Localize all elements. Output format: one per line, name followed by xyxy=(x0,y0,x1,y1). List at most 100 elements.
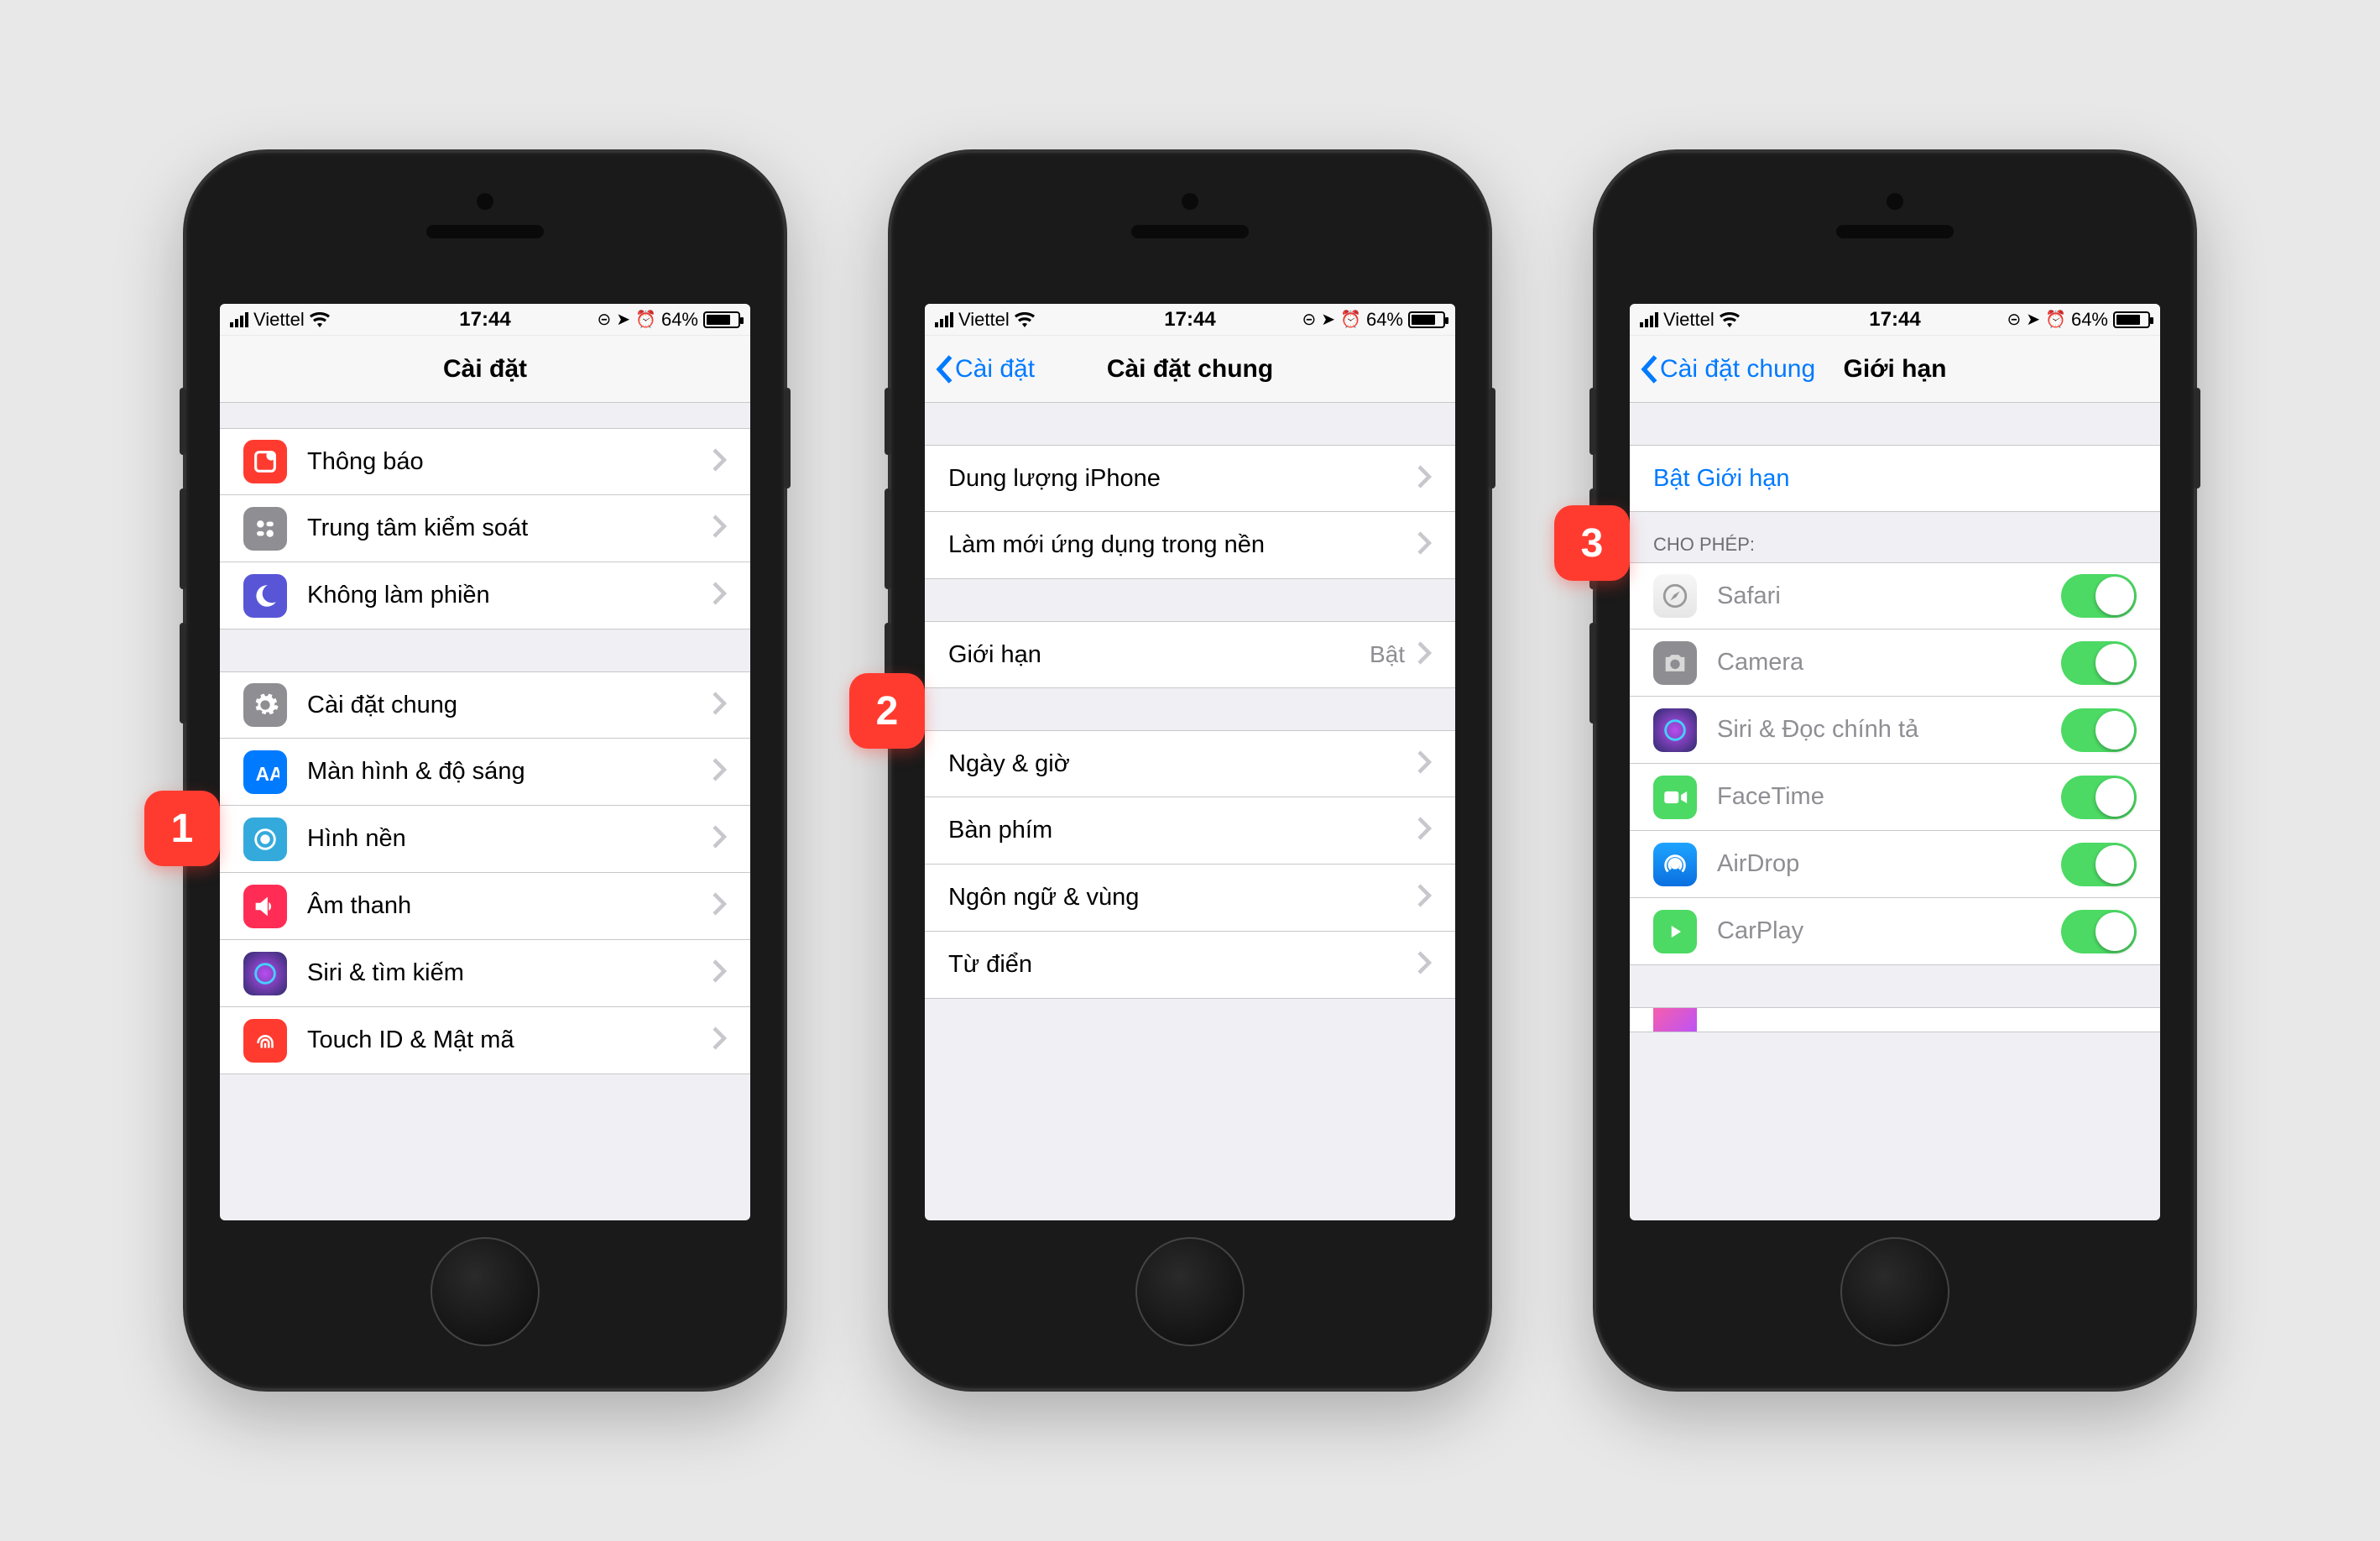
row-label: Dung lượng iPhone xyxy=(948,465,1417,493)
alarm-icon: ⏰ xyxy=(2045,309,2066,330)
chevron-icon xyxy=(1417,464,1432,494)
control-center-icon xyxy=(243,507,287,551)
signal-icon xyxy=(230,312,248,327)
nav-title: Cài đặt xyxy=(443,355,527,384)
fingerprint-icon xyxy=(243,1019,287,1063)
row-safari[interactable]: Safari xyxy=(1630,562,2160,629)
step-badge-3: 3 xyxy=(1554,505,1630,581)
nav-back-button[interactable]: Cài đặt chung xyxy=(1640,354,1815,384)
row-label: Thông báo xyxy=(307,448,712,476)
row-siri-dictation[interactable]: Siri & Đọc chính tả xyxy=(1630,697,2160,764)
row-airdrop[interactable]: AirDrop xyxy=(1630,831,2160,898)
row-label: Hình nền xyxy=(307,825,712,853)
row-notifications[interactable]: Thông báo xyxy=(220,428,750,495)
row-control-center[interactable]: Trung tâm kiểm soát xyxy=(220,495,750,562)
battery-pct-label: 64% xyxy=(1366,309,1403,331)
siri-icon xyxy=(1653,708,1697,752)
row-label: Ngày & giờ xyxy=(948,750,1417,778)
rotation-lock-icon: ⊝ xyxy=(598,309,612,330)
row-label: AirDrop xyxy=(1717,850,2061,878)
camera-icon xyxy=(1653,641,1697,685)
row-detail: Bật xyxy=(1370,641,1405,668)
nav-title: Giới hạn xyxy=(1843,355,1946,384)
row-label: Bật Giới hạn xyxy=(1653,465,2137,493)
phone-2: 2 Viettel 17:44 ⊝ ➤ ⏰ 64% Cài đặt Cài đặ… xyxy=(888,149,1492,1392)
notifications-icon xyxy=(243,440,287,483)
safari-icon xyxy=(1653,574,1697,618)
row-sound[interactable]: Âm thanh xyxy=(220,873,750,940)
row-label: CarPlay xyxy=(1717,917,2061,945)
toggle-siri[interactable] xyxy=(2061,708,2137,752)
row-label: Camera xyxy=(1717,649,2061,676)
row-iphone-storage[interactable]: Dung lượng iPhone xyxy=(925,445,1455,512)
restrictions-list[interactable]: Bật Giới hạn CHO PHÉP: Safari Camera Sir… xyxy=(1630,403,2160,1220)
row-do-not-disturb[interactable]: Không làm phiền xyxy=(220,562,750,629)
wifi-icon xyxy=(1015,312,1035,327)
chevron-icon xyxy=(712,757,727,786)
section-header-allow: CHO PHÉP: xyxy=(1630,512,2160,562)
row-restrictions[interactable]: Giới hạn Bật xyxy=(925,621,1455,688)
chevron-icon xyxy=(1417,640,1432,670)
row-carplay[interactable]: CarPlay xyxy=(1630,898,2160,965)
nav-bar: Cài đặt xyxy=(220,336,750,403)
chevron-icon xyxy=(712,891,727,921)
chevron-icon xyxy=(1417,530,1432,560)
row-label: Safari xyxy=(1717,582,2061,610)
siri-icon xyxy=(243,952,287,995)
row-touchid-passcode[interactable]: Touch ID & Mật mã xyxy=(220,1007,750,1074)
row-date-time[interactable]: Ngày & giờ xyxy=(925,730,1455,797)
row-wallpaper[interactable]: Hình nền xyxy=(220,806,750,873)
row-label: Từ điển xyxy=(948,951,1417,979)
settings-list[interactable]: Thông báo Trung tâm kiểm soát Không làm … xyxy=(220,403,750,1220)
rotation-lock-icon: ⊝ xyxy=(1302,309,1317,330)
nav-back-label: Cài đặt xyxy=(955,355,1035,384)
display-icon: AA xyxy=(243,750,287,794)
nav-bar: Cài đặt Cài đặt chung xyxy=(925,336,1455,403)
row-display-brightness[interactable]: AA Màn hình & độ sáng xyxy=(220,739,750,806)
svg-text:AA: AA xyxy=(256,762,279,784)
row-background-app-refresh[interactable]: Làm mới ứng dụng trong nền xyxy=(925,512,1455,579)
nav-back-button[interactable]: Cài đặt xyxy=(935,354,1035,384)
carrier-label: Viettel xyxy=(253,309,305,331)
chevron-icon xyxy=(1417,816,1432,845)
itunes-icon xyxy=(1653,1007,1697,1032)
phone-3: 3 Viettel 17:44 ⊝ ➤ ⏰ 64% Cài đặt chung … xyxy=(1593,149,2197,1392)
moon-icon xyxy=(243,574,287,618)
row-siri-search[interactable]: Siri & tìm kiếm xyxy=(220,940,750,1007)
nav-back-label: Cài đặt chung xyxy=(1660,355,1815,384)
row-label: Touch ID & Mật mã xyxy=(307,1026,712,1054)
toggle-carplay[interactable] xyxy=(2061,910,2137,953)
row-dictionary[interactable]: Từ điển xyxy=(925,932,1455,999)
row-label: Trung tâm kiểm soát xyxy=(307,515,712,542)
carrier-label: Viettel xyxy=(1663,309,1715,331)
row-enable-restrictions[interactable]: Bật Giới hạn xyxy=(1630,445,2160,512)
airdrop-icon xyxy=(1653,843,1697,886)
row-label: Siri & tìm kiếm xyxy=(307,959,712,987)
rotation-lock-icon: ⊝ xyxy=(2007,309,2022,330)
step-badge-1: 1 xyxy=(144,791,220,866)
row-label: Màn hình & độ sáng xyxy=(307,758,712,786)
toggle-safari[interactable] xyxy=(2061,574,2137,618)
toggle-airdrop[interactable] xyxy=(2061,843,2137,886)
row-general[interactable]: Cài đặt chung xyxy=(220,671,750,739)
row-label: Siri & Đọc chính tả xyxy=(1717,716,2061,744)
chevron-icon xyxy=(712,1026,727,1055)
row-label: Giới hạn xyxy=(948,641,1370,669)
status-time: 17:44 xyxy=(459,308,510,332)
phone-1: 1 Viettel 17:44 ⊝ ➤ ⏰ 64% Cài đặt xyxy=(183,149,787,1392)
location-icon: ➤ xyxy=(1321,309,1335,330)
status-bar: Viettel 17:44 ⊝ ➤ ⏰ 64% xyxy=(220,304,750,336)
chevron-icon xyxy=(712,824,727,854)
alarm-icon: ⏰ xyxy=(635,309,656,330)
row-language-region[interactable]: Ngôn ngữ & vùng xyxy=(925,865,1455,932)
general-list[interactable]: Dung lượng iPhone Làm mới ứng dụng trong… xyxy=(925,403,1455,1220)
row-itunes-partial[interactable] xyxy=(1630,1007,2160,1032)
row-facetime[interactable]: FaceTime xyxy=(1630,764,2160,831)
row-keyboard[interactable]: Bàn phím xyxy=(925,797,1455,865)
nav-bar: Cài đặt chung Giới hạn xyxy=(1630,336,2160,403)
row-camera[interactable]: Camera xyxy=(1630,629,2160,697)
toggle-facetime[interactable] xyxy=(2061,776,2137,819)
carrier-label: Viettel xyxy=(958,309,1010,331)
toggle-camera[interactable] xyxy=(2061,641,2137,685)
alarm-icon: ⏰ xyxy=(1340,309,1361,330)
